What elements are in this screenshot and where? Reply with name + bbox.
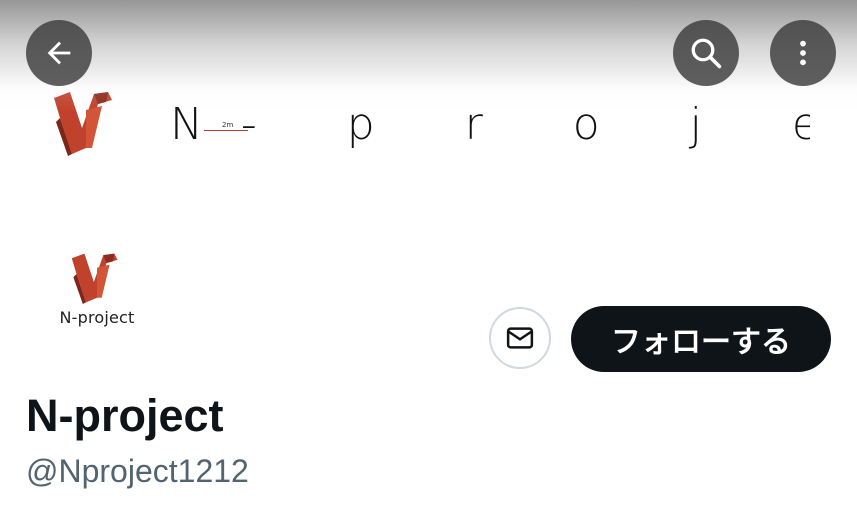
profile-page: N- p r o j e c t 2m N-project <box>0 0 857 508</box>
banner-logo <box>54 92 112 156</box>
mail-icon <box>506 327 534 349</box>
follow-button[interactable]: フォローする <box>571 306 831 372</box>
avatar-label: N-project <box>59 307 135 327</box>
banner-subtext: 2m <box>222 121 234 129</box>
display-name: N-project <box>26 390 224 441</box>
search-button[interactable] <box>673 20 739 86</box>
arrow-left-icon <box>47 41 71 65</box>
avatar-logo <box>71 253 118 304</box>
avatar[interactable]: N-project <box>22 210 172 360</box>
message-button[interactable] <box>489 307 551 369</box>
search-icon <box>691 38 722 69</box>
banner-accent-line <box>204 130 248 131</box>
more-vertical-icon <box>800 40 806 66</box>
banner-title: N- p r o j e c t <box>170 98 810 150</box>
more-options-button[interactable] <box>770 20 836 86</box>
user-handle: @Nproject1212 <box>26 453 249 489</box>
back-button[interactable] <box>26 20 92 86</box>
